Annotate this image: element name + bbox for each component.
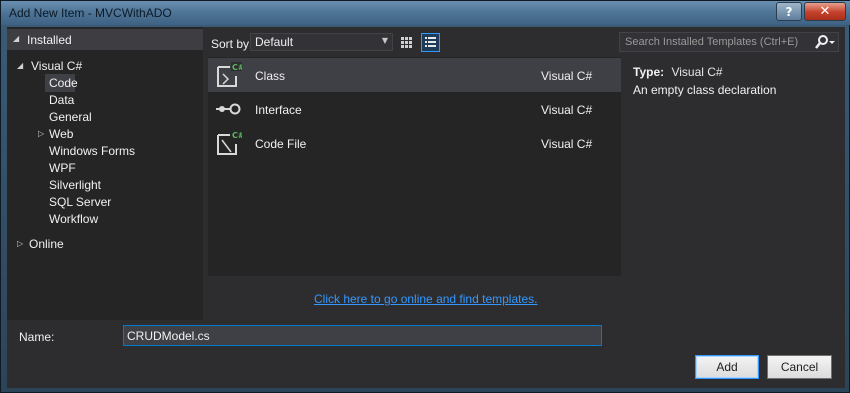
search-icon[interactable]: [814, 34, 836, 51]
template-name: Class: [255, 69, 286, 83]
tree-item-web[interactable]: Web: [49, 127, 73, 141]
grid-view-icon: [401, 37, 412, 48]
template-name: Interface: [255, 103, 302, 117]
template-language: Visual C#: [541, 137, 593, 151]
tree-item-windows-forms[interactable]: Windows Forms: [49, 144, 135, 158]
chevron-down-icon: ▼: [381, 36, 388, 45]
template-description: An empty class declaration: [633, 83, 777, 97]
template-row-interface[interactable]: Interface Visual C#: [208, 92, 621, 126]
name-panel: Name: Add Cancel: [7, 320, 845, 388]
tree-item-workflow[interactable]: Workflow: [49, 212, 98, 226]
interface-icon: [216, 103, 241, 115]
help-button[interactable]: ?: [776, 2, 802, 21]
title-bar[interactable]: Add New Item - MVCWithADO ? ✕: [1, 1, 850, 25]
expand-arrow-icon[interactable]: ▷: [17, 239, 23, 248]
sort-by-value: Default: [255, 35, 294, 49]
name-field[interactable]: [123, 325, 602, 346]
tree-item-wpf[interactable]: WPF: [49, 161, 76, 175]
template-list: C# Class Visual C# Interface Visual C#: [208, 57, 621, 276]
search-placeholder: Search Installed Templates (Ctrl+E): [625, 36, 799, 48]
template-details-panel: Type: Visual C# An empty class declarati…: [633, 65, 776, 97]
template-category-tree: ◢ Installed ◢ Visual C# Code Data Genera…: [7, 27, 203, 320]
tree-item-code[interactable]: Code: [49, 76, 78, 90]
svg-text:C#: C#: [232, 131, 242, 140]
template-row-code-file[interactable]: C# Code File Visual C#: [208, 126, 621, 160]
name-label: Name:: [19, 330, 55, 344]
tree-item-visual-csharp[interactable]: Visual C#: [31, 59, 82, 73]
svg-text:C#: C#: [232, 63, 242, 72]
template-name: Code File: [255, 137, 307, 151]
window-title: Add New Item - MVCWithADO: [9, 6, 172, 20]
dialog-window: Add New Item - MVCWithADO ? ✕ ◢ Installe…: [0, 0, 850, 393]
tree-item-silverlight[interactable]: Silverlight: [49, 178, 101, 192]
cancel-button[interactable]: Cancel: [767, 355, 832, 379]
sort-by-label: Sort by:: [211, 37, 253, 51]
type-label: Type:: [633, 65, 665, 79]
class-icon: C#: [217, 62, 242, 87]
tree-item-installed[interactable]: ◢ Installed: [7, 29, 203, 50]
code-file-icon: C#: [217, 130, 242, 155]
medium-icons-view-button[interactable]: [421, 33, 440, 52]
tree-item-online[interactable]: Online: [29, 237, 64, 251]
collapse-arrow-icon: ◢: [13, 34, 20, 43]
online-templates-link[interactable]: Click here to go online and find templat…: [314, 292, 537, 306]
small-icons-view-button[interactable]: [397, 33, 416, 52]
dialog-body: ◢ Installed ◢ Visual C# Code Data Genera…: [7, 27, 845, 388]
tree-item-label: Installed: [27, 33, 72, 47]
sort-by-dropdown[interactable]: Default ▼: [250, 33, 393, 51]
type-value: Visual C#: [671, 65, 723, 79]
search-input[interactable]: Search Installed Templates (Ctrl+E): [619, 32, 839, 52]
close-button[interactable]: ✕: [804, 2, 846, 21]
expand-arrow-icon[interactable]: ▷: [38, 129, 44, 138]
add-button[interactable]: Add: [695, 355, 759, 379]
tree-item-general[interactable]: General: [49, 110, 92, 124]
tree-item-data[interactable]: Data: [49, 93, 74, 107]
tree-item-sql-server[interactable]: SQL Server: [49, 195, 111, 209]
template-row-class[interactable]: C# Class Visual C#: [208, 58, 621, 92]
template-language: Visual C#: [541, 103, 593, 117]
collapse-arrow-icon: ◢: [17, 61, 24, 70]
template-language: Visual C#: [541, 69, 593, 83]
list-view-icon: [425, 37, 436, 47]
